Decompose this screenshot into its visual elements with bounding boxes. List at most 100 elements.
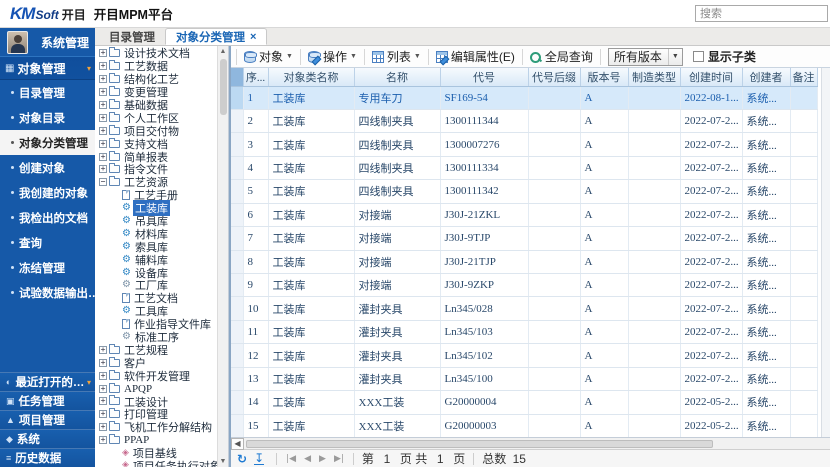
sidebar-section-系统[interactable]: ◆系统 xyxy=(0,429,95,448)
table-row[interactable]: 13工装库灌封夹具Ln345/100A2022-07-2...系统... xyxy=(231,367,817,390)
row-select-cell[interactable] xyxy=(231,320,243,343)
table-row[interactable]: 3工装库四线制夹具1300007276A2022-07-2...系统... xyxy=(231,133,817,156)
prev-page-icon[interactable]: ◀ xyxy=(304,454,311,464)
row-select-cell[interactable] xyxy=(231,109,243,132)
expand-icon[interactable]: + xyxy=(99,127,107,135)
column-header-对象类名称[interactable]: 对象类名称 xyxy=(268,68,354,86)
select-all-header[interactable] xyxy=(231,68,243,86)
row-select-cell[interactable] xyxy=(231,180,243,203)
table-row[interactable]: 6工装库对接端J30J-21ZKLA2022-07-2...系统... xyxy=(231,203,817,226)
table-row[interactable]: 10工装库灌封夹具Ln345/028A2022-07-2...系统... xyxy=(231,297,817,320)
sidebar-item-创建对象[interactable]: 创建对象 xyxy=(0,155,95,180)
grid-vertical-scrollbar[interactable] xyxy=(821,68,830,437)
current-page[interactable]: 1 xyxy=(380,452,394,466)
table-row[interactable]: 5工装库四线制夹具1300111342A2022-07-2...系统... xyxy=(231,180,817,203)
table-row[interactable]: 2工装库四线制夹具1300111344A2022-07-2...系统... xyxy=(231,109,817,132)
sidebar-item-查询[interactable]: 查询 xyxy=(0,230,95,255)
tree-scrollbar[interactable]: ▲ ▼ xyxy=(217,46,228,467)
table-row[interactable]: 11工装库灌封夹具Ln345/103A2022-07-2...系统... xyxy=(231,320,817,343)
column-header-代号[interactable]: 代号 xyxy=(440,68,528,86)
table-row[interactable]: 12工装库灌封夹具Ln345/102A2022-07-2...系统... xyxy=(231,344,817,367)
expand-icon[interactable]: + xyxy=(99,153,107,161)
table-row[interactable]: 7工装库对接端J30J-9TJPA2022-07-2...系统... xyxy=(231,227,817,250)
列表-button[interactable]: 列表▼ xyxy=(368,47,425,67)
sidebar-section-object-management[interactable]: ▦ 对象管理 ▾ xyxy=(0,56,95,80)
table-row[interactable]: 4工装库四线制夹具1300111334A2022-07-2...系统... xyxy=(231,156,817,179)
tree-item-飞机工作分解结构[interactable]: +飞机工作分解结构 xyxy=(95,421,217,434)
sidebar-item-我检出的文档[interactable]: 我检出的文档 xyxy=(0,205,95,230)
expand-icon[interactable]: + xyxy=(99,62,107,70)
sidebar-item-目录管理[interactable]: 目录管理 xyxy=(0,80,95,105)
column-header-创建者[interactable]: 创建者 xyxy=(742,68,790,86)
expand-icon[interactable]: + xyxy=(99,397,107,405)
row-select-cell[interactable] xyxy=(231,86,243,109)
last-page-icon[interactable]: ▶| xyxy=(334,454,344,464)
table-row[interactable]: 14工装库XXX工装G20000004A2022-05-2...系统... xyxy=(231,391,817,414)
row-select-cell[interactable] xyxy=(231,414,243,437)
next-page-icon[interactable]: ▶ xyxy=(319,454,326,464)
scroll-down-icon[interactable]: ▼ xyxy=(220,456,227,467)
close-icon[interactable]: × xyxy=(250,31,256,43)
sidebar-item-冻结管理[interactable]: 冻结管理 xyxy=(0,255,95,280)
expand-icon[interactable]: + xyxy=(99,385,107,393)
table-row[interactable]: 15工装库XXX工装G20000003A2022-05-2...系统... xyxy=(231,414,817,437)
sidebar-item-试验数据输出…[interactable]: 试验数据输出… xyxy=(0,280,95,305)
编辑属性(E)-button[interactable]: 编辑属性(E) xyxy=(432,47,519,67)
avatar[interactable] xyxy=(7,31,28,54)
row-select-cell[interactable] xyxy=(231,250,243,273)
collapse-icon[interactable]: − xyxy=(99,178,107,186)
expand-icon[interactable]: + xyxy=(99,140,107,148)
操作-button[interactable]: 操作▼ xyxy=(304,47,361,67)
row-select-cell[interactable] xyxy=(231,274,243,297)
column-header-名称[interactable]: 名称 xyxy=(354,68,440,86)
table-row[interactable]: 9工装库对接端J30J-9ZKPA2022-07-2...系统... xyxy=(231,274,817,297)
expand-icon[interactable]: + xyxy=(99,49,107,57)
sidebar-item-我创建的对象[interactable]: 我创建的对象 xyxy=(0,180,95,205)
expand-icon[interactable]: + xyxy=(99,114,107,122)
row-select-cell[interactable] xyxy=(231,203,243,226)
row-select-cell[interactable] xyxy=(231,297,243,320)
tab-目录管理[interactable]: 目录管理 xyxy=(99,28,165,45)
column-header-代号后缀[interactable]: 代号后缀 xyxy=(528,68,580,86)
column-header-版本号[interactable]: 版本号 xyxy=(580,68,628,86)
chevron-down-icon[interactable]: ▾ xyxy=(87,378,91,387)
sidebar-item-对象目录[interactable]: 对象目录 xyxy=(0,105,95,130)
tree-item-软件开发管理[interactable]: +软件开发管理 xyxy=(95,369,217,382)
chevron-down-icon[interactable]: ▼ xyxy=(668,49,682,65)
scroll-up-icon[interactable]: ▲ xyxy=(220,46,227,57)
expand-icon[interactable]: + xyxy=(99,165,107,173)
refresh-icon[interactable]: ↻ xyxy=(237,453,247,465)
column-header-创建时间[interactable]: 创建时间 xyxy=(680,68,742,86)
table-row[interactable]: 1工装库专用车刀SF169-54A2022-08-1...系统... xyxy=(231,86,817,109)
expand-icon[interactable]: + xyxy=(99,75,107,83)
对象-button[interactable]: 对象▼ xyxy=(240,47,297,67)
first-page-icon[interactable]: |◀ xyxy=(286,454,296,464)
expand-icon[interactable]: + xyxy=(99,101,107,109)
expand-icon[interactable]: + xyxy=(99,88,107,96)
sidebar-section-历史数据[interactable]: ≡历史数据 xyxy=(0,448,95,467)
sidebar-section-项目管理[interactable]: ▲项目管理 xyxy=(0,410,95,429)
expand-icon[interactable]: + xyxy=(99,410,107,418)
checkbox[interactable] xyxy=(693,51,704,62)
expand-icon[interactable]: + xyxy=(99,359,107,367)
sidebar-section-任务管理[interactable]: ▣任务管理 xyxy=(0,391,95,410)
export-icon[interactable]: ↧ xyxy=(254,452,264,465)
scroll-thumb[interactable] xyxy=(220,59,227,115)
expand-icon[interactable]: + xyxy=(99,436,107,444)
version-select[interactable]: 所有版本▼ xyxy=(608,48,683,66)
expand-icon[interactable]: + xyxy=(99,346,107,354)
column-header-制造类型[interactable]: 制造类型 xyxy=(628,68,680,86)
row-select-cell[interactable] xyxy=(231,156,243,179)
全局查询-button[interactable]: 全局查询 xyxy=(526,47,597,67)
row-select-cell[interactable] xyxy=(231,344,243,367)
show-subclass-toggle[interactable]: 显示子类 xyxy=(693,48,756,65)
tree-item-工艺规程[interactable]: +工艺规程 xyxy=(95,343,217,356)
tab-对象分类管理[interactable]: 对象分类管理× xyxy=(165,28,267,45)
sidebar-section-最近打开的…[interactable]: ◐最近打开的…▾ xyxy=(0,372,95,391)
expand-icon[interactable]: + xyxy=(99,423,107,431)
grid-horizontal-scrollbar[interactable]: ◀ xyxy=(231,438,830,450)
collapse-icon[interactable]: ▾ xyxy=(87,64,91,73)
table-row[interactable]: 8工装库对接端J30J-21TJPA2022-07-2...系统... xyxy=(231,250,817,273)
sidebar-item-对象分类管理[interactable]: 对象分类管理 xyxy=(0,130,95,155)
hscroll-thumb[interactable] xyxy=(246,440,713,448)
